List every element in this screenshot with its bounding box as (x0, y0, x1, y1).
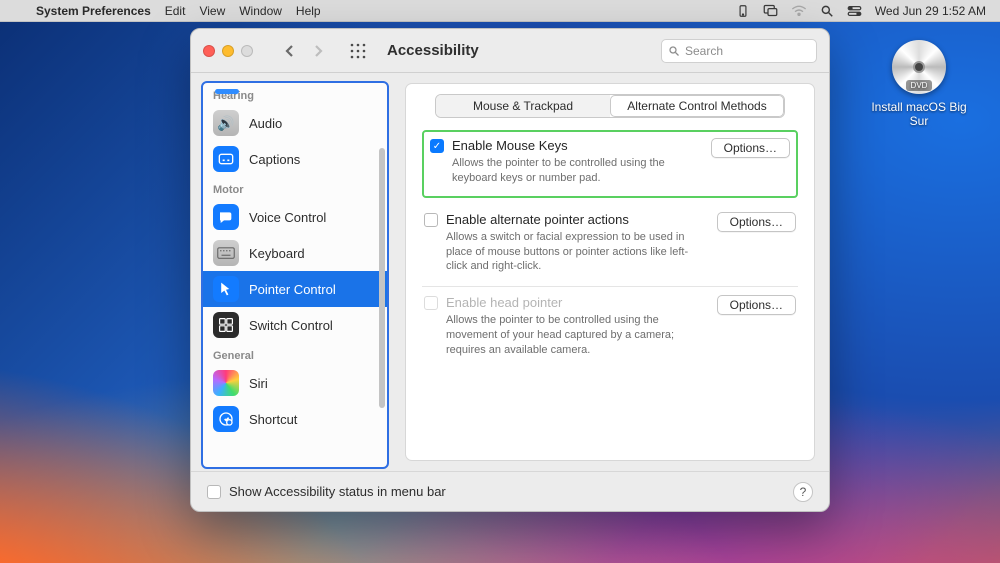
sidebar-item-switch-control[interactable]: Switch Control (203, 307, 387, 343)
desktop-item-dvd[interactable]: DVD Install macOS Big Sur (864, 40, 974, 128)
desktop: ➤ System Preferences Edit View Window He… (0, 0, 1000, 563)
show-all-button[interactable] (345, 39, 371, 63)
sidebar-category-general: General (203, 343, 387, 365)
sidebar-item-voice-control[interactable]: Voice Control (203, 199, 387, 235)
label-alternate-pointer-actions: Enable alternate pointer actions (446, 212, 709, 227)
sidebar-scroll-top-indicator (215, 89, 239, 94)
menu-window[interactable]: Window (239, 4, 282, 18)
menubar: System Preferences Edit View Window Help… (0, 0, 1000, 22)
sidebar-item-label: Switch Control (249, 318, 333, 333)
voice-control-icon (213, 204, 239, 230)
sidebar-item-label: Siri (249, 376, 268, 391)
sidebar-item-label: Audio (249, 116, 282, 131)
window-title: Accessibility (387, 42, 479, 59)
spotlight-icon[interactable] (819, 3, 835, 19)
label-enable-mouse-keys: Enable Mouse Keys (452, 138, 703, 153)
control-center-icon[interactable] (847, 3, 863, 19)
sidebar-category-motor: Motor (203, 177, 387, 199)
sidebar-item-label: Shortcut (249, 412, 297, 427)
sidebar-scrollbar[interactable] (379, 113, 385, 457)
sidebar-item-captions[interactable]: Captions (203, 141, 387, 177)
app-menu[interactable]: System Preferences (36, 4, 151, 18)
screen-mirroring-icon[interactable] (763, 3, 779, 19)
speaker-icon: 🔊 (213, 110, 239, 136)
wifi-icon[interactable] (791, 3, 807, 19)
checkbox-enable-alternate-pointer-actions[interactable] (424, 213, 438, 227)
window-controls (203, 45, 253, 57)
sidebar-item-label: Keyboard (249, 246, 305, 261)
options-alternate-pointer-button[interactable]: Options… (717, 212, 796, 232)
dvd-tag: DVD (906, 80, 933, 91)
sidebar-category-hearing: Hearing (203, 83, 387, 105)
tab-mouse-trackpad[interactable]: Mouse & Trackpad (436, 95, 610, 117)
forward-button (305, 39, 331, 63)
search-field[interactable]: Search (661, 39, 817, 63)
phone-icon[interactable] (735, 3, 751, 19)
sidebar-item-keyboard[interactable]: Keyboard (203, 235, 387, 271)
sidebar-item-label: Voice Control (249, 210, 326, 225)
desc-head-pointer: Allows the pointer to be controlled usin… (446, 313, 709, 358)
desc-enable-mouse-keys: Allows the pointer to be controlled usin… (452, 156, 703, 186)
group-alternate-pointer-actions: Enable alternate pointer actions Allows … (422, 204, 798, 288)
zoom-button (241, 45, 253, 57)
content-panel: Mouse & Trackpad Alternate Control Metho… (405, 83, 815, 461)
options-head-pointer-button[interactable]: Options… (717, 295, 796, 315)
group-head-pointer: Enable head pointer Allows the pointer t… (422, 287, 798, 370)
shortcut-icon (213, 406, 239, 432)
tab-bar: Mouse & Trackpad Alternate Control Metho… (435, 94, 785, 118)
close-button[interactable] (203, 45, 215, 57)
search-icon (668, 45, 680, 57)
sidebar-item-pointer-control[interactable]: Pointer Control (203, 271, 387, 307)
sidebar-item-shortcut[interactable]: Shortcut (203, 401, 387, 437)
checkbox-enable-head-pointer (424, 296, 438, 310)
menu-view[interactable]: View (199, 4, 225, 18)
menu-help[interactable]: Help (296, 4, 321, 18)
desktop-item-label: Install macOS Big Sur (864, 100, 974, 128)
switch-control-icon (213, 312, 239, 338)
tab-alternate-control-methods[interactable]: Alternate Control Methods (610, 95, 784, 117)
sidebar-item-label: Captions (249, 152, 300, 167)
siri-icon (213, 370, 239, 396)
captions-icon (213, 146, 239, 172)
sidebar-item-label: Pointer Control (249, 282, 336, 297)
minimize-button[interactable] (222, 45, 234, 57)
group-mouse-keys: ✓ Enable Mouse Keys Allows the pointer t… (422, 130, 798, 198)
search-placeholder: Search (685, 44, 723, 58)
options-mouse-keys-button[interactable]: Options… (711, 138, 790, 158)
pointer-icon (213, 276, 239, 302)
help-button[interactable]: ? (793, 482, 813, 502)
sidebar: Hearing 🔊 Audio Captions Motor Voice Con… (201, 81, 389, 469)
sidebar-item-audio[interactable]: 🔊 Audio (203, 105, 387, 141)
menubar-clock[interactable]: Wed Jun 29 1:52 AM (875, 4, 986, 18)
titlebar: Accessibility Search (191, 29, 829, 73)
system-preferences-window: Accessibility Search Hearing 🔊 Audio (190, 28, 830, 512)
checkbox-show-status-menubar[interactable] (207, 485, 221, 499)
back-button[interactable] (277, 39, 303, 63)
sidebar-item-siri[interactable]: Siri (203, 365, 387, 401)
label-head-pointer: Enable head pointer (446, 295, 709, 310)
checkbox-enable-mouse-keys[interactable]: ✓ (430, 139, 444, 153)
keyboard-icon (213, 240, 239, 266)
footer: Show Accessibility status in menu bar ? (191, 471, 829, 511)
menu-edit[interactable]: Edit (165, 4, 186, 18)
label-show-status-menubar: Show Accessibility status in menu bar (229, 484, 446, 499)
desc-alternate-pointer-actions: Allows a switch or facial expression to … (446, 230, 709, 275)
